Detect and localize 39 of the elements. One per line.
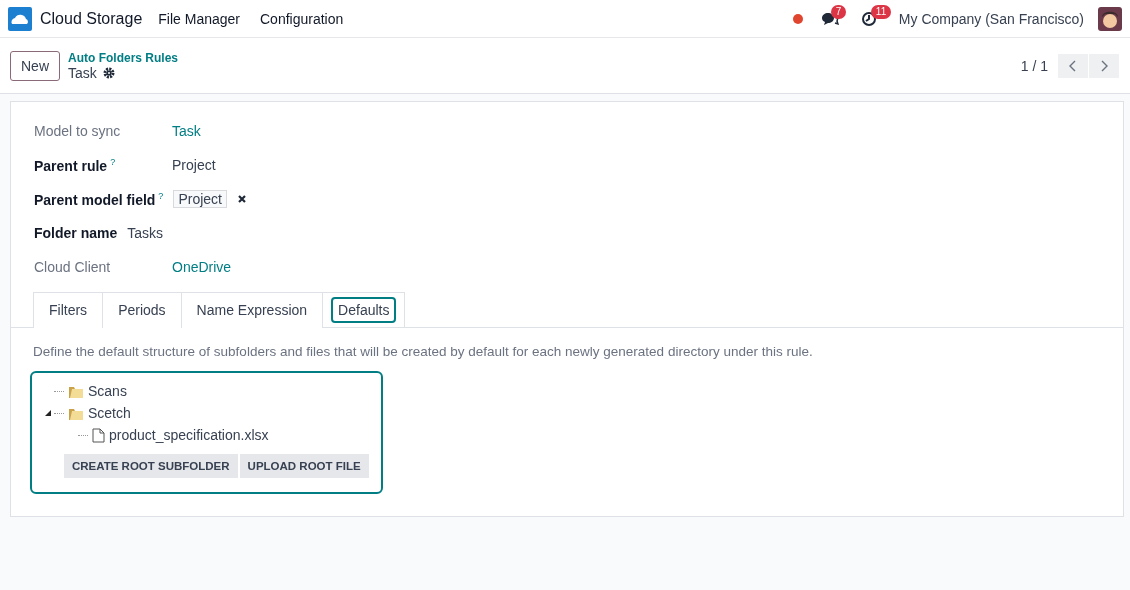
tree-action-button[interactable]: CREATE ROOT SUBFOLDER <box>64 454 238 478</box>
record-title: Task <box>68 64 97 81</box>
field-label: Model to sync <box>34 123 121 139</box>
file-icon <box>92 427 105 443</box>
app-name[interactable]: Cloud Storage <box>40 9 143 28</box>
help-tooltip-mark[interactable]: ? <box>158 190 164 201</box>
field-value: Tasks <box>127 225 164 241</box>
company-name[interactable]: My Company (San Francisco) <box>898 10 1084 27</box>
close-icon[interactable] <box>236 194 247 204</box>
field-label: Folder name <box>34 225 118 241</box>
new-button[interactable]: New <box>10 50 60 81</box>
tab[interactable]: Name Expression <box>181 292 324 328</box>
breadcrumb-link[interactable]: Auto Folders Rules <box>68 50 179 65</box>
tab[interactable]: Defaults <box>323 292 406 327</box>
clock-icon[interactable] <box>860 10 877 27</box>
field-value-link[interactable]: Task <box>172 123 201 139</box>
field-tag: Project <box>173 190 227 208</box>
folder-name[interactable]: Scetch <box>88 405 131 421</box>
avatar-icon[interactable] <box>1098 6 1122 31</box>
menu-item[interactable]: Configuration <box>260 10 344 27</box>
field-value: Project <box>172 157 216 173</box>
help-tooltip-mark[interactable]: ? <box>110 156 116 167</box>
cloud-logo-icon[interactable] <box>8 6 32 31</box>
field-label: Parent model field $^{?}$ <box>34 190 164 208</box>
field-label: Parent rule $^{?}$ <box>34 156 116 174</box>
activity-count-badge: 11 <box>870 4 892 19</box>
message-count-badge: 7 <box>830 4 847 19</box>
expanded-triangle-icon[interactable] <box>45 410 51 416</box>
field-label: Cloud Client <box>34 259 111 275</box>
field-value-link[interactable]: OneDrive <box>172 259 232 275</box>
pager-value: 1 / 1 <box>1020 57 1048 74</box>
folder-name[interactable]: Scans <box>88 383 127 399</box>
settings-icon[interactable] <box>102 66 115 79</box>
file-name[interactable]: product_specification.xlsx <box>109 427 269 443</box>
menu-item[interactable]: File Manager <box>158 10 240 27</box>
description-text: Define the default structure of subfolders and files that will be created by default for each newly generated directory under this rule. <box>32 343 814 361</box>
tab[interactable]: Periods <box>103 292 182 328</box>
tree-action-button[interactable]: UPLOAD ROOT FILE <box>239 454 369 478</box>
tab[interactable]: Filters <box>33 292 104 328</box>
